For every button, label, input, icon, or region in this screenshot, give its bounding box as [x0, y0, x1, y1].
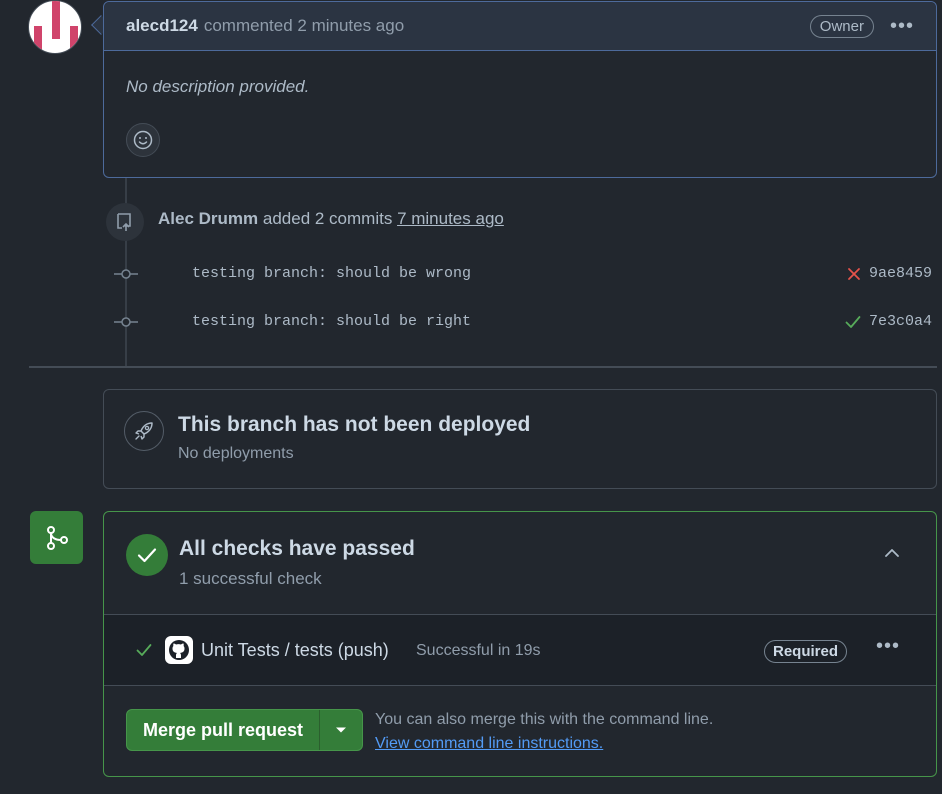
merge-pull-request-button[interactable]: Merge pull request — [127, 710, 321, 750]
rocket-icon — [124, 411, 164, 451]
merge-button-group: Merge pull request — [126, 709, 364, 751]
chevron-up-icon[interactable] — [884, 547, 900, 559]
git-commit-icon — [114, 317, 138, 327]
git-commit-icon — [114, 269, 138, 279]
triangle-down-icon — [336, 727, 347, 733]
kebab-horizontal-icon[interactable]: ••• — [890, 15, 914, 38]
check-run-row[interactable]: Unit Tests / tests (push) Successful in … — [104, 614, 936, 686]
git-merge-icon — [30, 511, 83, 564]
deployment-box: This branch has not been deployed No dep… — [103, 389, 937, 489]
check-run-name[interactable]: Unit Tests / tests (push) — [201, 640, 389, 661]
commit-message[interactable]: testing branch: should be wrong — [192, 265, 471, 282]
commit-sha[interactable]: 7e3c0a4 — [869, 313, 932, 330]
commit-actor[interactable]: Alec Drumm — [158, 209, 258, 228]
comment-author[interactable]: alecd124 — [126, 16, 198, 36]
owner-badge: Owner — [809, 14, 874, 38]
commit-message[interactable]: testing branch: should be right — [192, 313, 471, 330]
merge-hint: You can also merge this with the command… — [375, 711, 714, 728]
repo-push-icon — [106, 203, 144, 241]
comment-body: No description provided. — [126, 77, 310, 96]
kebab-horizontal-icon[interactable]: ••• — [876, 635, 900, 658]
comment-meta: commented 2 minutes ago — [203, 16, 405, 35]
checks-box: All checks have passed 1 successful chec… — [103, 511, 937, 777]
x-icon[interactable] — [847, 267, 861, 281]
checks-subtitle: 1 successful check — [179, 569, 322, 588]
avatar[interactable] — [28, 0, 82, 54]
check-circle-icon — [126, 534, 168, 576]
add-reaction-button[interactable] — [126, 123, 160, 157]
commits-event-text: Alec Drumm added 2 commits 7 minutes ago — [158, 209, 504, 229]
check-icon — [136, 644, 152, 656]
commit-sha[interactable]: 9ae8459 — [869, 265, 932, 282]
deployment-subtitle: No deployments — [178, 445, 294, 462]
commit-action: added 2 commits — [262, 209, 393, 228]
smiley-icon — [133, 130, 153, 150]
timeline-divider — [29, 366, 937, 368]
deployment-title: This branch has not been deployed — [178, 413, 531, 436]
checks-title: All checks have passed — [179, 537, 415, 560]
check-run-status: Successful in 19s — [416, 642, 541, 659]
check-icon[interactable] — [845, 315, 861, 329]
comment-header: alecd124 commented 2 minutes ago Owner •… — [104, 2, 936, 51]
comment-box: alecd124 commented 2 minutes ago Owner •… — [103, 1, 937, 178]
merge-options-dropdown[interactable] — [320, 710, 362, 750]
required-badge: Required — [764, 640, 848, 663]
command-line-instructions-link[interactable]: View command line instructions. — [375, 735, 603, 753]
github-logo-icon — [165, 636, 193, 664]
commit-time-link[interactable]: 7 minutes ago — [397, 209, 504, 228]
